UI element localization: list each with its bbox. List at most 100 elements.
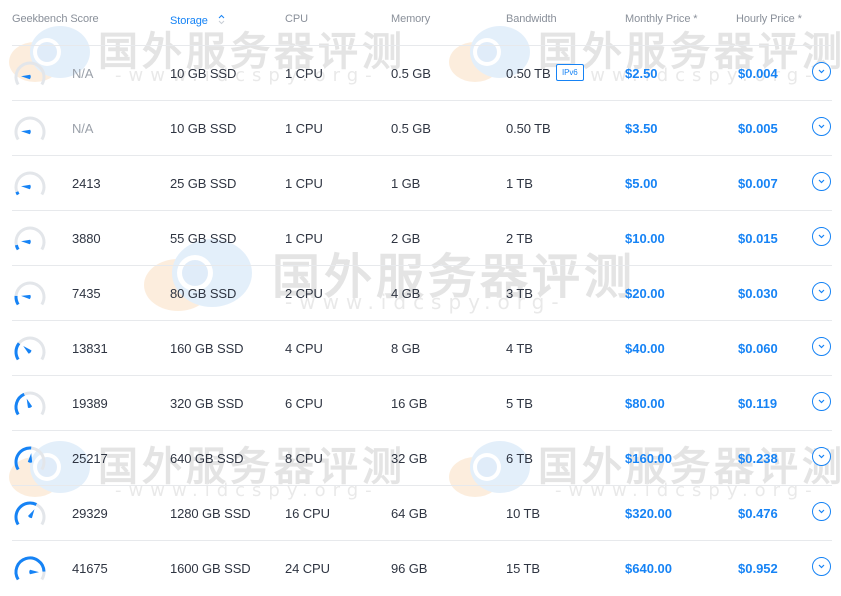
monthly-price: $20.00 <box>625 286 665 301</box>
bandwidth-cell: 10 TB <box>506 506 540 521</box>
storage-value: 160 GB SSD <box>170 341 244 356</box>
table-row[interactable]: 19389 320 GB SSD 6 CPU 16 GB 5 TB $80.00… <box>12 376 832 431</box>
bandwidth-value: 0.50 TB <box>506 66 551 81</box>
column-header-bandwidth[interactable]: Bandwidth <box>506 13 557 25</box>
column-header-hourly-price[interactable]: Hourly Price * <box>736 13 802 25</box>
gauge-needle <box>21 294 31 300</box>
cpu-value: 2 CPU <box>285 286 323 301</box>
monthly-price: $5.00 <box>625 176 658 191</box>
gauge-track <box>14 226 46 251</box>
bandwidth-cell: 4 TB <box>506 341 533 356</box>
cpu-value: 1 CPU <box>285 121 323 136</box>
sort-updown-icon[interactable] <box>218 14 225 25</box>
table-row[interactable]: 7435 80 GB SSD 2 CPU 4 GB 3 TB $20.00 $0… <box>12 266 832 321</box>
memory-value: 16 GB <box>391 396 428 411</box>
ipv6-badge: IPv6 <box>556 64 584 81</box>
gauge-needle <box>27 453 33 463</box>
bandwidth-value: 4 TB <box>506 341 533 356</box>
gauge-fill <box>14 342 21 361</box>
column-header-monthly-price[interactable]: Monthly Price * <box>625 13 698 25</box>
column-header-cpu[interactable]: CPU <box>285 13 308 25</box>
hourly-price: $0.476 <box>738 506 778 521</box>
chevron-down-icon <box>818 124 825 129</box>
table-row[interactable]: N/A 10 GB SSD 1 CPU 0.5 GB 0.50 TB IPv6 … <box>12 46 832 101</box>
geekbench-score: 25217 <box>72 451 108 466</box>
hourly-price: $0.952 <box>738 561 778 576</box>
monthly-price: $3.50 <box>625 121 658 136</box>
cpu-value: 1 CPU <box>285 231 323 246</box>
gauge-needle <box>26 398 33 408</box>
gauge-fill <box>14 556 46 581</box>
memory-value: 0.5 GB <box>391 66 431 81</box>
geekbench-score: N/A <box>72 121 94 136</box>
expand-row-button[interactable] <box>812 227 831 246</box>
gauge-track <box>14 116 46 141</box>
monthly-price: $160.00 <box>625 451 672 466</box>
storage-value: 320 GB SSD <box>170 396 244 411</box>
storage-value: 55 GB SSD <box>170 231 237 246</box>
bandwidth-cell: 0.50 TB IPv6 <box>506 64 584 81</box>
table-row[interactable]: 2413 25 GB SSD 1 CPU 1 GB 1 TB $5.00 $0.… <box>12 156 832 211</box>
memory-value: 96 GB <box>391 561 428 576</box>
expand-row-button[interactable] <box>812 337 831 356</box>
bandwidth-value: 2 TB <box>506 231 533 246</box>
monthly-price: $80.00 <box>625 396 665 411</box>
table-row[interactable]: 41675 1600 GB SSD 24 CPU 96 GB 15 TB $64… <box>12 541 832 595</box>
geekbench-gauge-icon <box>12 58 48 88</box>
gauge-needle <box>21 184 31 190</box>
geekbench-score: 7435 <box>72 286 101 301</box>
geekbench-gauge-icon <box>12 278 48 308</box>
hourly-price: $0.015 <box>738 231 778 246</box>
column-header-storage[interactable]: Storage <box>170 13 225 27</box>
gauge-fill <box>14 295 20 306</box>
table-row[interactable]: 3880 55 GB SSD 1 CPU 2 GB 2 TB $10.00 $0… <box>12 211 832 266</box>
table-row[interactable]: N/A 10 GB SSD 1 CPU 0.5 GB 0.50 TB $3.50… <box>12 101 832 156</box>
hourly-price: $0.007 <box>738 176 778 191</box>
storage-value: 10 GB SSD <box>170 66 237 81</box>
cpu-value: 16 CPU <box>285 506 330 521</box>
expand-row-button[interactable] <box>812 172 831 191</box>
memory-value: 32 GB <box>391 451 428 466</box>
column-header-label: Storage <box>170 15 208 27</box>
cpu-value: 4 CPU <box>285 341 323 356</box>
cpu-value: 1 CPU <box>285 176 323 191</box>
hourly-price: $0.030 <box>738 286 778 301</box>
bandwidth-value: 10 TB <box>506 506 540 521</box>
table-row[interactable]: 25217 640 GB SSD 8 CPU 32 GB 6 TB $160.0… <box>12 431 832 486</box>
hourly-price: $0.004 <box>738 66 778 81</box>
gauge-fill <box>14 392 25 416</box>
monthly-price: $320.00 <box>625 506 672 521</box>
bandwidth-value: 0.50 TB <box>506 121 551 136</box>
chevron-down-icon <box>818 509 825 514</box>
gauge-needle <box>21 74 31 80</box>
storage-value: 1600 GB SSD <box>170 561 251 576</box>
expand-row-button[interactable] <box>812 557 831 576</box>
table-row[interactable]: 13831 160 GB SSD 4 CPU 8 GB 4 TB $40.00 … <box>12 321 832 376</box>
geekbench-gauge-icon <box>12 168 48 198</box>
column-header-geekbench[interactable]: Geekbench Score <box>12 13 99 25</box>
bandwidth-value: 3 TB <box>506 286 533 301</box>
geekbench-score: 19389 <box>72 396 108 411</box>
expand-row-button[interactable] <box>812 447 831 466</box>
chevron-down-icon <box>818 69 825 74</box>
gauge-track <box>14 61 46 86</box>
geekbench-score: 29329 <box>72 506 108 521</box>
bandwidth-cell: 5 TB <box>506 396 533 411</box>
expand-row-button[interactable] <box>812 117 831 136</box>
memory-value: 4 GB <box>391 286 421 301</box>
geekbench-score: 3880 <box>72 231 101 246</box>
geekbench-gauge-icon <box>12 498 48 528</box>
expand-row-button[interactable] <box>812 502 831 521</box>
bandwidth-value: 5 TB <box>506 396 533 411</box>
expand-row-button[interactable] <box>812 282 831 301</box>
column-header-memory[interactable]: Memory <box>391 13 430 25</box>
hourly-price: $0.119 <box>738 396 778 411</box>
chevron-down-icon <box>818 234 825 239</box>
monthly-price: $10.00 <box>625 231 665 246</box>
geekbench-score: 13831 <box>72 341 108 356</box>
table-row[interactable]: 29329 1280 GB SSD 16 CPU 64 GB 10 TB $32… <box>12 486 832 541</box>
expand-row-button[interactable] <box>812 392 831 411</box>
expand-row-button[interactable] <box>812 62 831 81</box>
column-header-label: Hourly Price * <box>736 13 802 25</box>
gauge-track <box>14 171 46 196</box>
